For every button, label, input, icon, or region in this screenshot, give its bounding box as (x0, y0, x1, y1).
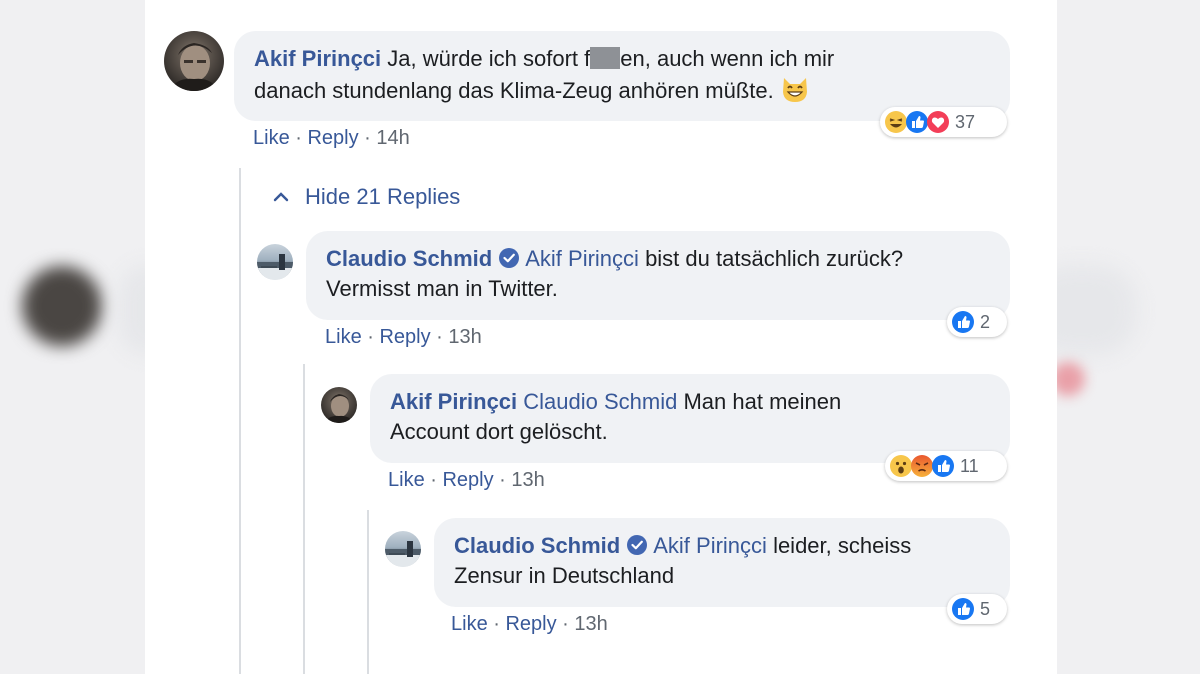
hide-replies-button[interactable]: Hide 21 Replies (273, 184, 460, 210)
comment-bubble: Claudio Schmid Akif Pirinçci leider, sche… (434, 518, 1010, 607)
like-icon (931, 454, 955, 478)
reaction-count: 5 (980, 598, 991, 619)
comment-actions: Like · Reply · 13h (388, 469, 545, 491)
reactions-summary[interactable]: 37 (880, 107, 1007, 137)
chevron-up-icon (273, 192, 289, 202)
comment-text-part: Account dort gelöscht. (390, 419, 608, 444)
reply-link[interactable]: Reply (307, 127, 358, 149)
comment-text: Akif Pirinçci Claudio Schmid Man hat mei… (390, 387, 990, 447)
censor-block (590, 47, 621, 69)
timestamp[interactable]: 14h (376, 127, 409, 149)
blurred-reaction (1057, 362, 1085, 396)
comment-text-part: Vermisst man in Twitter. (326, 276, 558, 301)
thread-line (239, 168, 241, 674)
profile-photo-icon (385, 541, 421, 567)
avatar[interactable] (321, 387, 357, 423)
blurred-avatar (22, 266, 102, 346)
comment-text: Claudio Schmid Akif Pirinçci leider, sche… (454, 531, 990, 591)
author-name[interactable]: Claudio Schmid (326, 246, 492, 271)
reaction-count: 2 (980, 311, 991, 332)
like-link[interactable]: Like (325, 326, 362, 348)
avatar[interactable] (164, 31, 224, 91)
reactions-summary[interactable]: 2 (947, 307, 1007, 337)
blurred-bubble (118, 265, 145, 355)
thread-line (303, 364, 305, 674)
author-name[interactable]: Akif Pirinçci (254, 46, 381, 71)
reply-link[interactable]: Reply (505, 613, 556, 635)
profile-photo-icon (324, 394, 354, 423)
comment-actions: Like · Reply · 14h (253, 127, 410, 149)
comment-text-part: danach stundenlang das Klima-Zeug anhöre… (254, 78, 774, 103)
like-icon (951, 597, 975, 621)
comment-bubble: Akif Pirinçci Claudio Schmid Man hat mei… (370, 374, 1010, 463)
profile-photo-icon (170, 43, 218, 91)
comment-actions: Like · Reply · 13h (451, 613, 608, 635)
mention-link[interactable]: Akif Pirinçci (525, 246, 639, 271)
comment-text-part: en, auch wenn ich mir (620, 46, 835, 71)
profile-photo-icon (257, 254, 293, 280)
comment-text-part: Ja, würde ich sofort f (387, 46, 591, 71)
like-link[interactable]: Like (451, 613, 488, 635)
verified-badge-icon (499, 248, 520, 268)
avatar[interactable] (385, 531, 421, 567)
verified-badge-icon (627, 535, 648, 555)
comment-bubble: Claudio Schmid Akif Pirinçci bist du tats… (306, 231, 1010, 320)
comment-text: Claudio Schmid Akif Pirinçci bist du tats… (326, 244, 990, 304)
author-name[interactable]: Claudio Schmid (454, 533, 620, 558)
blurred-background-left (0, 0, 145, 674)
author-name[interactable]: Akif Pirinçci (390, 389, 517, 414)
comment-actions: Like · Reply · 13h (325, 326, 482, 348)
reply-link[interactable]: Reply (379, 326, 430, 348)
mention-link[interactable]: Akif Pirinçci (653, 533, 767, 558)
grinning-cat-emoji-icon (780, 74, 810, 104)
timestamp[interactable]: 13h (448, 326, 481, 348)
thread-line (367, 510, 369, 674)
avatar[interactable] (257, 244, 293, 280)
timestamp[interactable]: 13h (574, 613, 607, 635)
comment-thread: Akif Pirinçci Ja, würde ich sofort f en, … (145, 0, 1057, 674)
blurred-background-right (1057, 0, 1200, 674)
like-icon (951, 310, 975, 334)
reactions-summary[interactable]: 11 (885, 451, 1007, 481)
timestamp[interactable]: 13h (511, 469, 544, 491)
mention-link[interactable]: Claudio Schmid (523, 389, 677, 414)
reactions-summary[interactable]: 5 (947, 594, 1007, 624)
comment-text-part: Zensur in Deutschland (454, 563, 675, 588)
love-icon (926, 110, 950, 134)
hide-replies-label: Hide 21 Replies (305, 184, 461, 209)
comment-text-part: bist du tatsächlich zurück? (645, 246, 904, 271)
like-link[interactable]: Like (253, 127, 290, 149)
reaction-count: 37 (955, 111, 976, 132)
comment-text: Akif Pirinçci Ja, würde ich sofort f en, … (254, 44, 990, 106)
like-link[interactable]: Like (388, 469, 425, 491)
comment-text-part: Man hat meinen (683, 389, 842, 414)
comment-text-part: leider, scheiss (773, 533, 912, 558)
reply-link[interactable]: Reply (442, 469, 493, 491)
reaction-count: 11 (960, 455, 979, 476)
blurred-bubble (1057, 265, 1137, 355)
